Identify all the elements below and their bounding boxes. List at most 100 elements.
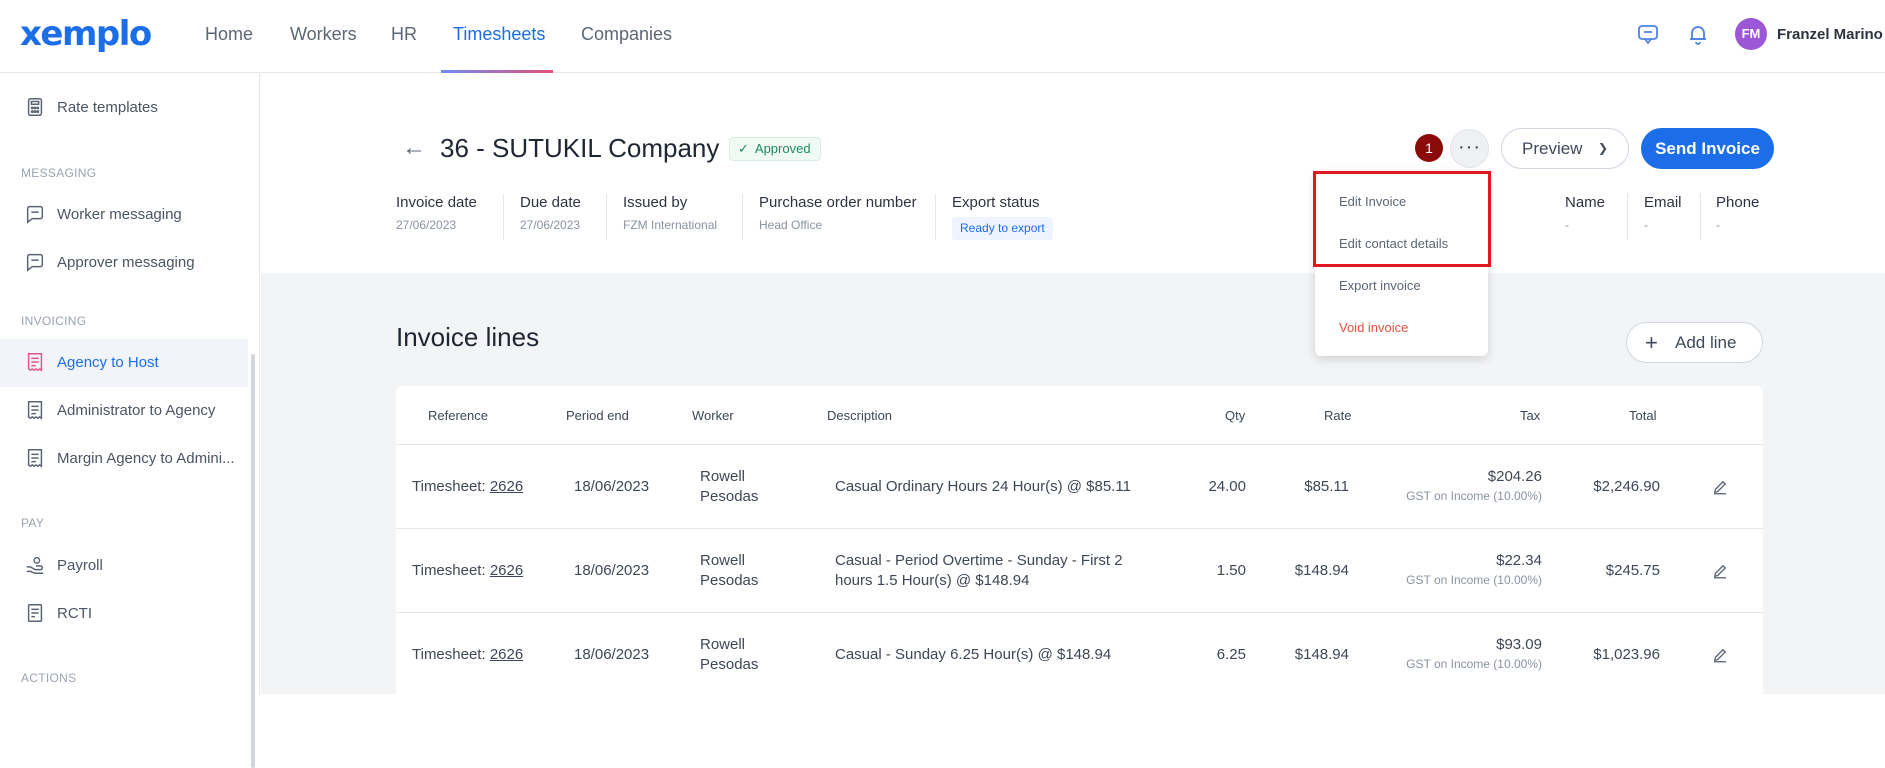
sidebar-section-pay: PAY: [21, 516, 45, 530]
worker-last-name: Pesodas: [700, 572, 759, 589]
more-actions-button[interactable]: ···: [1450, 129, 1489, 168]
sidebar-section-messaging: MESSAGING: [21, 166, 97, 180]
tax-amount-cell: $22.34: [1496, 552, 1542, 569]
timesheet-link[interactable]: 2626: [490, 562, 523, 579]
check-icon: ✓: [738, 141, 749, 156]
table-row[interactable]: Timesheet: 2626 18/06/2023 Rowell Pesoda…: [396, 444, 1763, 528]
invoice-lines-title: Invoice lines: [396, 322, 540, 352]
sidebar-item-label: Rate templates: [57, 99, 158, 116]
tax-note: GST on Income (10.00%): [1406, 489, 1542, 503]
nav-hr[interactable]: HR: [391, 24, 417, 45]
invoice-icon: [27, 401, 43, 420]
total-cell: $2,246.90: [1593, 478, 1660, 495]
nav-timesheets[interactable]: Timesheets: [453, 24, 545, 45]
edit-line-icon[interactable]: [1711, 478, 1729, 496]
column-header-worker[interactable]: Worker: [692, 408, 734, 423]
sidebar-item-worker-messaging[interactable]: Worker messaging: [0, 191, 248, 239]
send-invoice-button[interactable]: Send Invoice: [1641, 128, 1774, 169]
reference-cell: Timesheet: 2626: [412, 562, 523, 579]
rate-cell: $85.11: [1304, 478, 1349, 495]
menu-item-export-invoice[interactable]: Export invoice: [1339, 278, 1421, 293]
timesheet-link[interactable]: 2626: [490, 646, 523, 663]
table-row[interactable]: Timesheet: 2626 18/06/2023 Rowell Pesoda…: [396, 528, 1763, 612]
avatar[interactable]: FM: [1735, 18, 1767, 50]
sidebar-item-label: Margin Agency to Admini...: [57, 450, 235, 467]
nav-workers[interactable]: Workers: [290, 24, 357, 45]
sidebar-item-label: RCTI: [57, 605, 92, 622]
table-row[interactable]: Timesheet: 2626 18/06/2023 Rowell Pesoda…: [396, 612, 1763, 696]
total-cell: $245.75: [1605, 562, 1660, 579]
hand-money-icon: [26, 556, 44, 574]
period-end-cell: 18/06/2023: [574, 478, 650, 495]
active-nav-indicator: [441, 70, 553, 73]
chevron-down-icon: ❯: [1598, 141, 1609, 155]
user-name[interactable]: Franzel Marino: [1777, 26, 1883, 43]
divider: [742, 194, 743, 240]
sidebar-item-label: Worker messaging: [57, 206, 182, 223]
preview-label: Preview: [1522, 139, 1583, 158]
plus-icon: +: [1645, 330, 1658, 355]
qty-cell: 1.50: [1216, 562, 1246, 579]
invoice-icon: [27, 449, 43, 468]
sidebar-item-payroll[interactable]: Payroll: [0, 542, 248, 590]
description-cell: Casual Ordinary Hours 24 Hour(s) @ $85.1…: [835, 478, 1131, 495]
edit-line-icon[interactable]: [1711, 562, 1729, 580]
xemplo-logo[interactable]: xemplo: [20, 14, 152, 54]
invoice-icon: [27, 353, 43, 372]
column-header-period-end[interactable]: Period end: [566, 408, 629, 423]
top-navbar: xemplo Home Workers HR Timesheets Compan…: [0, 0, 1885, 73]
contact-name-label: Name: [1565, 194, 1606, 211]
column-header-qty[interactable]: Qty: [1225, 408, 1245, 423]
sidebar-scrollbar[interactable]: [251, 354, 255, 768]
description-cell: Casual - Sunday 6.25 Hour(s) @ $148.94: [835, 646, 1112, 663]
sidebar-item-margin-agency[interactable]: Margin Agency to Admini...: [0, 435, 248, 483]
divider: [1627, 194, 1628, 240]
calculator-icon: [27, 98, 43, 116]
page-title: 36 - SUTUKIL Company: [440, 133, 720, 163]
description-line-1: Casual - Period Overtime - Sunday - Firs…: [835, 552, 1123, 569]
qty-cell: 6.25: [1216, 646, 1246, 663]
po-number-value: Head Office: [759, 218, 823, 232]
issued-by-value: FZM International: [623, 218, 718, 232]
add-line-label: Add line: [1675, 333, 1737, 352]
qty-cell: 24.00: [1208, 478, 1246, 495]
po-number-label: Purchase order number: [759, 194, 917, 211]
tax-note: GST on Income (10.00%): [1406, 657, 1542, 671]
column-header-description[interactable]: Description: [827, 408, 892, 423]
sidebar-item-rcti[interactable]: RCTI: [0, 590, 248, 638]
column-header-rate[interactable]: Rate: [1324, 408, 1351, 423]
column-header-reference[interactable]: Reference: [428, 408, 488, 423]
tax-amount-cell: $93.09: [1496, 636, 1542, 653]
invoice-date-label: Invoice date: [396, 194, 477, 211]
edit-line-icon[interactable]: [1711, 646, 1729, 664]
preview-button[interactable]: Preview ❯: [1501, 128, 1629, 169]
nav-home[interactable]: Home: [205, 24, 253, 45]
contact-email-label: Email: [1644, 194, 1682, 211]
rate-cell: $148.94: [1294, 562, 1349, 579]
receipt-icon: [27, 604, 43, 622]
reference-cell: Timesheet: 2626: [412, 478, 523, 495]
chat-icon[interactable]: [1636, 22, 1660, 46]
tax-note: GST on Income (10.00%): [1406, 573, 1542, 587]
sidebar: Rate templates MESSAGING Worker messagin…: [0, 74, 260, 768]
sidebar-item-rate-templates[interactable]: Rate templates: [0, 84, 248, 132]
sidebar-item-label: Approver messaging: [57, 254, 195, 271]
add-line-button[interactable]: + Add line: [1626, 322, 1763, 363]
sidebar-item-agency-to-host[interactable]: Agency to Host: [0, 339, 248, 387]
bell-icon[interactable]: [1686, 22, 1710, 46]
divider: [935, 194, 936, 240]
sidebar-item-administrator-to-agency[interactable]: Administrator to Agency: [0, 387, 248, 435]
divider: [606, 194, 607, 240]
column-header-total[interactable]: Total: [1629, 408, 1656, 423]
column-header-tax[interactable]: Tax: [1520, 408, 1540, 423]
sidebar-section-actions: ACTIONS: [21, 671, 77, 685]
divider: [1700, 194, 1701, 240]
invoice-lines-table: Reference Period end Worker Description …: [396, 386, 1763, 694]
sidebar-item-approver-messaging[interactable]: Approver messaging: [0, 239, 248, 287]
period-end-cell: 18/06/2023: [574, 562, 650, 579]
timesheet-link[interactable]: 2626: [490, 478, 523, 495]
back-arrow-icon[interactable]: ←: [402, 134, 426, 162]
menu-item-void-invoice[interactable]: Void invoice: [1339, 320, 1408, 335]
divider: [503, 194, 504, 240]
nav-companies[interactable]: Companies: [581, 24, 672, 45]
